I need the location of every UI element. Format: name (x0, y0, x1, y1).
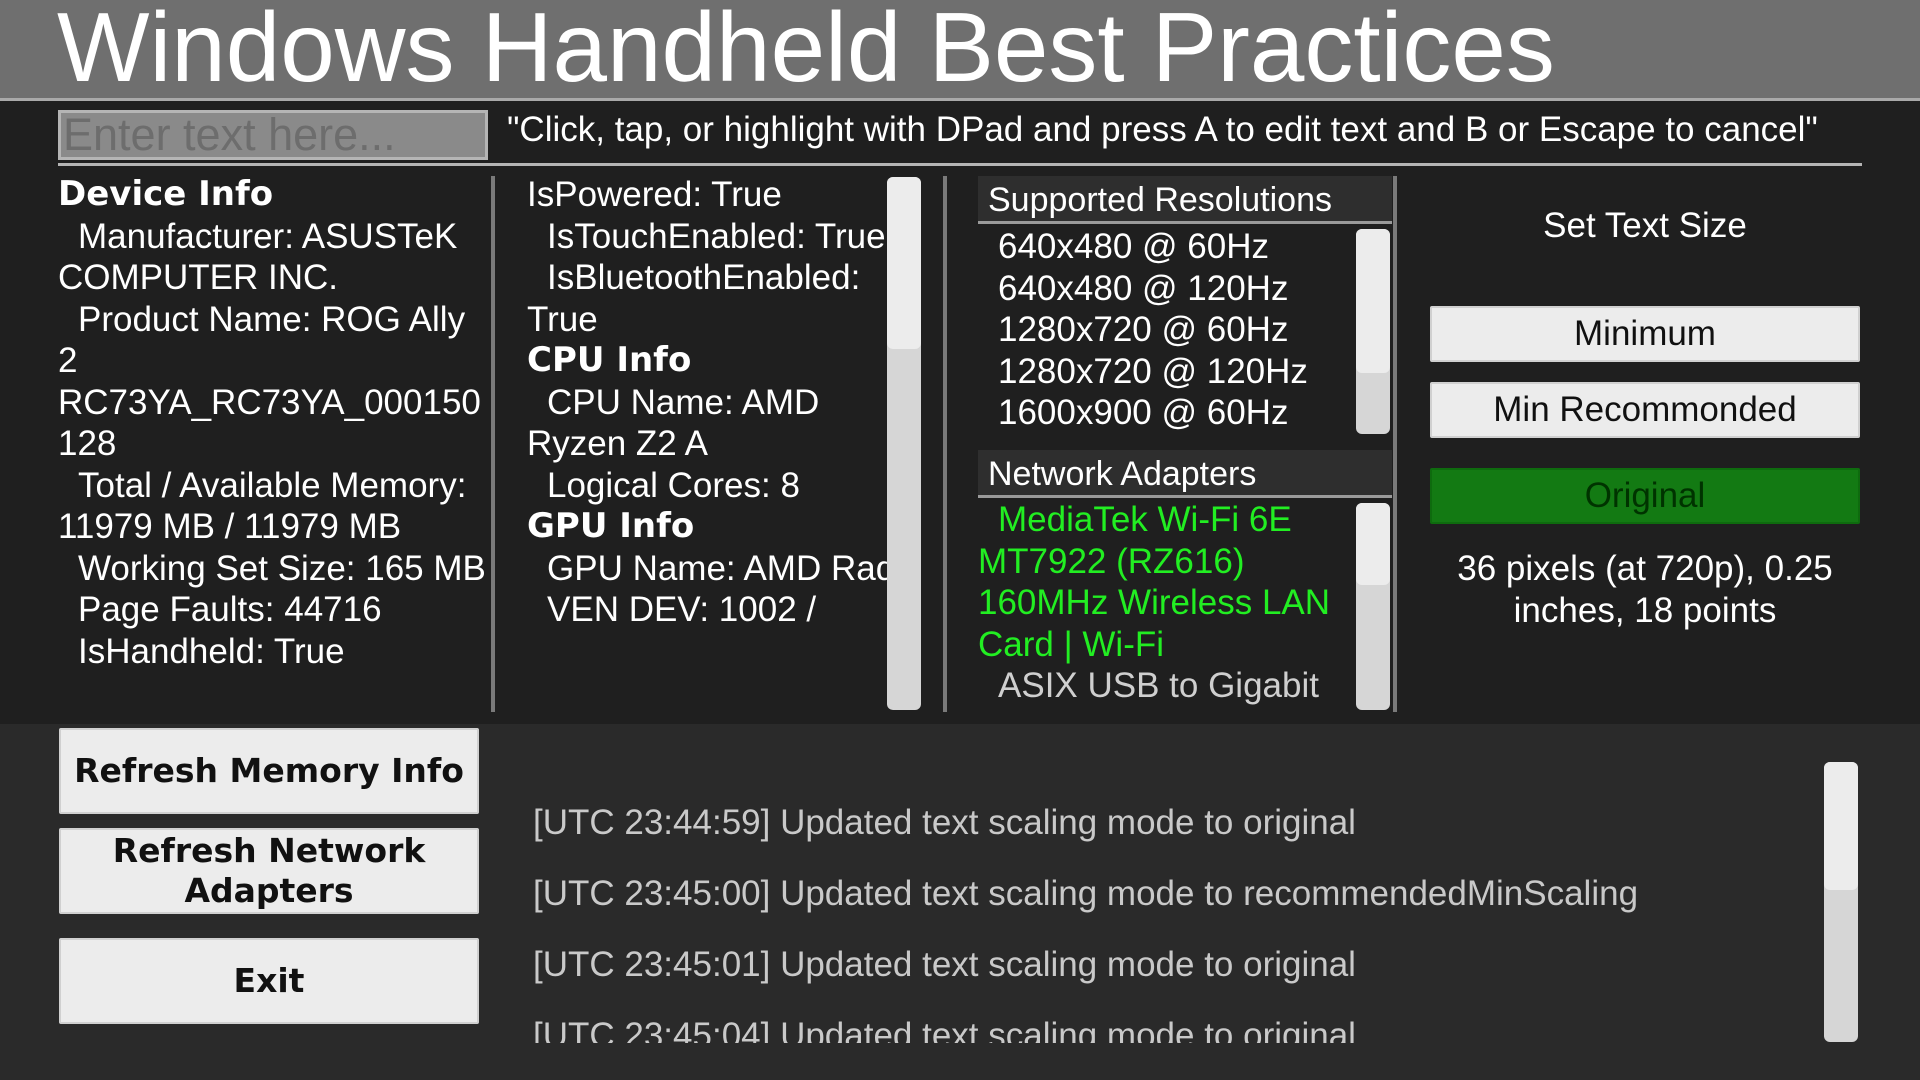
serial-text: RC73YA_RC73YA_000150128 (58, 382, 481, 464)
resolutions-heading: Supported Resolutions (978, 176, 1392, 224)
text-size-info: 36 pixels (at 720p), 0.25 inches, 18 poi… (1457, 549, 1833, 630)
network-adapter-item[interactable]: MediaTek Wi-Fi 6E MT7922 (RZ616) 160MHz … (978, 499, 1348, 665)
page-faults-text: Page Faults: 44716 (78, 590, 382, 629)
cpu-name-text: CPU Name: AMD Ryzen Z2 A (527, 382, 820, 464)
list-item[interactable]: 1280x720 @ 60Hz (998, 309, 1348, 351)
page-title: Windows Handheld Best Practices (57, 0, 1555, 102)
ven-dev-text: VEN DEV: 1002 / (547, 590, 817, 629)
scrollbar-thumb[interactable] (887, 177, 921, 349)
manufacturer-text: Manufacturer: ASUSTeK COMPUTER INC. (58, 216, 458, 298)
device-info-heading: Device Info (58, 174, 274, 214)
refresh-memory-button[interactable]: Refresh Memory Info (59, 728, 479, 814)
log-line: [UTC 23:45:01] Updated text scaling mode… (533, 945, 1356, 984)
refresh-network-button[interactable]: Refresh Network Adapters (59, 828, 479, 914)
system-info-scrollbar[interactable] (887, 177, 921, 710)
list-item[interactable]: 640x480 @ 120Hz (998, 268, 1348, 310)
product-name-text: Product Name: ROG Ally 2 (58, 299, 466, 381)
log-line: [UTC 23:44:59] Updated text scaling mode… (533, 803, 1356, 842)
network-adapters-list: MediaTek Wi-Fi 6E MT7922 (RZ616) 160MHz … (978, 499, 1348, 709)
system-info-panel: IsPowered: True IsTouchEnabled: True IsB… (527, 174, 887, 714)
resolutions-scrollbar[interactable] (1356, 229, 1390, 434)
is-powered-text: IsPowered: True (527, 175, 782, 214)
log-scrollbar[interactable] (1824, 762, 1858, 1042)
original-button[interactable]: Original (1430, 468, 1860, 524)
log-line: [UTC 23:45:00] Updated text scaling mode… (533, 874, 1639, 913)
minimum-button[interactable]: Minimum (1430, 306, 1860, 362)
memory-text: Total / Available Memory: 11979 MB / 119… (58, 465, 467, 547)
is-bluetooth-text: IsBluetoothEnabled: True (527, 258, 861, 339)
title-bar: Windows Handheld Best Practices (0, 0, 1920, 102)
text-input[interactable] (58, 110, 488, 160)
list-item[interactable]: 640x480 @ 60Hz (998, 226, 1348, 268)
device-info-panel: Device Info Manufacturer: ASUSTeK COMPUT… (58, 174, 488, 714)
set-text-size-label: Set Text Size (1543, 206, 1747, 245)
scrollbar-thumb[interactable] (1356, 503, 1390, 585)
is-handheld-text: IsHandheld: True (78, 631, 345, 671)
is-touch-text: IsTouchEnabled: True (547, 216, 886, 256)
scrollbar-thumb[interactable] (1356, 229, 1390, 373)
list-item[interactable]: 1600x900 @ 60Hz (998, 392, 1348, 434)
scrollbar-thumb[interactable] (1824, 762, 1858, 890)
list-item[interactable]: 1280x720 @ 120Hz (998, 351, 1348, 393)
resolutions-list: 640x480 @ 60Hz 640x480 @ 120Hz 1280x720 … (998, 226, 1348, 434)
min-recommended-button[interactable]: Min Recommonded (1430, 382, 1860, 438)
panel-divider (943, 176, 947, 712)
log-output: [UTC 23:44:59] Updated text scaling mode… (533, 787, 1793, 1043)
input-hint: "Click, tap, or highlight with DPad and … (507, 110, 1818, 149)
logical-cores-text: Logical Cores: 8 (547, 465, 800, 505)
gpu-name-text: GPU Name: AMD Radeon(TM) Graphics (547, 548, 887, 588)
network-scrollbar[interactable] (1356, 503, 1390, 710)
log-line: [UTC 23:45:04] Updated text scaling mode… (533, 1016, 1356, 1043)
panel-divider (491, 176, 495, 712)
gpu-info-heading: GPU Info (527, 506, 695, 546)
cpu-info-heading: CPU Info (527, 340, 692, 380)
divider (58, 163, 1862, 166)
working-set-text: Working Set Size: 165 MB (78, 548, 486, 588)
network-adapter-item[interactable]: ASIX USB to Gigabit (978, 665, 1348, 707)
network-heading: Network Adapters (978, 450, 1392, 498)
exit-button[interactable]: Exit (59, 938, 479, 1024)
panel-divider (1393, 176, 1397, 712)
